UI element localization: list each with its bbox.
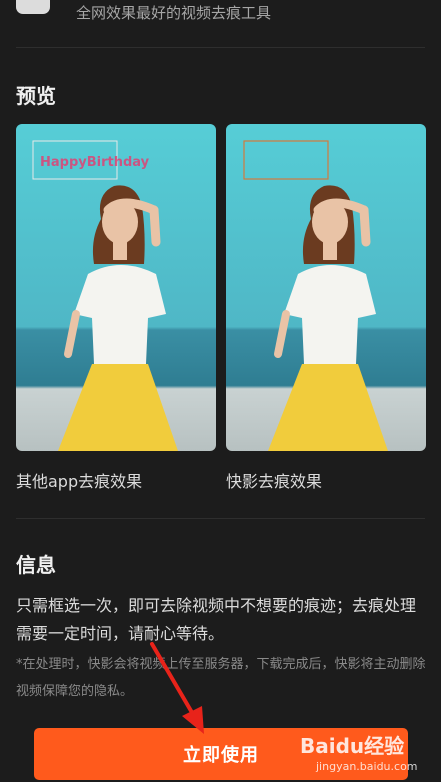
tool-subtitle: 全网效果最好的视频去痕工具 <box>76 4 272 22</box>
caption-kuaiying: 快影去痕效果 <box>226 472 323 491</box>
info-body: 只需框选一次，即可去除视频中不想要的痕迹；去痕处理需要一定时间，请耐心等待。 <box>16 596 417 643</box>
tool-icon <box>16 0 50 14</box>
preview-title: 预览 <box>16 84 56 108</box>
annotation-arrow-icon <box>150 642 204 734</box>
watermark-url: jingyan.baidu.com <box>316 760 418 773</box>
info-title: 信息 <box>16 553 56 577</box>
top-bar: 全网效果最好的视频去痕工具 <box>0 0 441 48</box>
baidu-watermark: Baidu经验 jingyan.baidu.com <box>300 726 436 778</box>
watermark-logo: Baidu经验 <box>300 734 405 758</box>
divider <box>16 518 425 519</box>
preview-image-kuaiying <box>226 124 426 451</box>
preview-image-other-app: HappyBirthday <box>16 124 216 451</box>
divider <box>16 47 425 48</box>
blurred-watermark-text: HappyBirthday <box>40 155 150 170</box>
privacy-note: *在处理时，快影会将视频上传至服务器，下载完成后，快影将主动删除视频保障您的隐私… <box>16 657 426 699</box>
caption-other-app: 其他app去痕效果 <box>16 472 143 491</box>
